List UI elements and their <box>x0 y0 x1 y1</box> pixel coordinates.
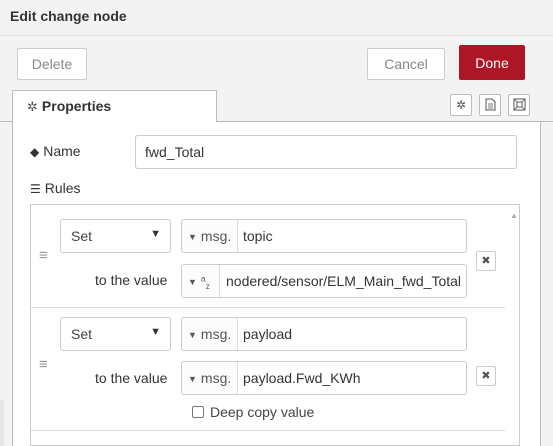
rule-target-input[interactable]: ▼ msg. topic <box>181 219 467 253</box>
remove-rule-button[interactable]: ✖ <box>476 251 496 271</box>
scroll-up-icon[interactable]: ▲ <box>510 211 518 220</box>
gear-icon: ✲ <box>27 99 38 114</box>
deep-copy-option[interactable]: Deep copy value <box>192 404 314 420</box>
dialog-title: Edit change node <box>10 8 127 24</box>
tab-properties[interactable]: ✲ Properties <box>12 90 217 123</box>
frame-icon[interactable] <box>508 94 530 116</box>
rule-action-select[interactable]: Set ▼ <box>60 317 171 351</box>
done-button[interactable]: Done <box>459 45 525 80</box>
window-edge <box>0 400 4 446</box>
gear-icon[interactable]: ✲ <box>450 94 472 116</box>
drag-handle-icon[interactable]: ≡ <box>39 356 48 373</box>
rule-target-input[interactable]: ▼ msg. payload <box>181 317 467 351</box>
string-type-icon: az <box>200 273 210 291</box>
rules-label: ☰ Rules <box>30 180 81 196</box>
document-icon[interactable] <box>479 94 501 116</box>
rule-item: ≡ Set ▼ ▼ msg. payload to the value ▼ msg.… <box>31 308 505 431</box>
name-label: ◆ Name <box>30 143 81 159</box>
type-selector[interactable]: ▼ msg. <box>182 318 238 350</box>
to-value-label: to the value <box>95 272 168 288</box>
drag-handle-icon[interactable]: ≡ <box>39 247 48 264</box>
rule-item: ≡ Set ▼ ▼ msg. topic to the value ▼ az nod… <box>31 205 505 308</box>
tab-bar: ✲ Properties ✲ <box>0 90 553 123</box>
remove-rule-button[interactable]: ✖ <box>476 366 496 386</box>
rule-action-select[interactable]: Set ▼ <box>60 219 171 253</box>
rule-value-input[interactable]: ▼ az nodered/sensor/ELM_Main_fwd_Total <box>181 264 467 298</box>
cancel-button[interactable]: Cancel <box>367 48 445 80</box>
dialog-header: Edit change node <box>0 0 553 36</box>
rules-list: ▲ ≡ Set ▼ ▼ msg. topic to the value ▼ az n… <box>30 204 520 446</box>
rule-value-input[interactable]: ▼ msg. payload.Fwd_KWh <box>181 361 467 395</box>
chevron-down-icon: ▼ <box>150 228 161 240</box>
tag-icon: ◆ <box>30 145 40 159</box>
chevron-down-icon: ▼ <box>150 326 161 338</box>
deep-copy-checkbox[interactable] <box>192 406 204 418</box>
to-value-label: to the value <box>95 370 168 386</box>
tab-properties-label: Properties <box>41 98 112 114</box>
delete-button[interactable]: Delete <box>17 48 87 80</box>
type-selector[interactable]: ▼ msg. <box>182 362 238 394</box>
type-selector[interactable]: ▼ msg. <box>182 220 238 252</box>
list-icon: ☰ <box>30 182 41 196</box>
name-input[interactable]: fwd_Total <box>135 135 517 169</box>
type-selector[interactable]: ▼ az <box>182 265 220 297</box>
